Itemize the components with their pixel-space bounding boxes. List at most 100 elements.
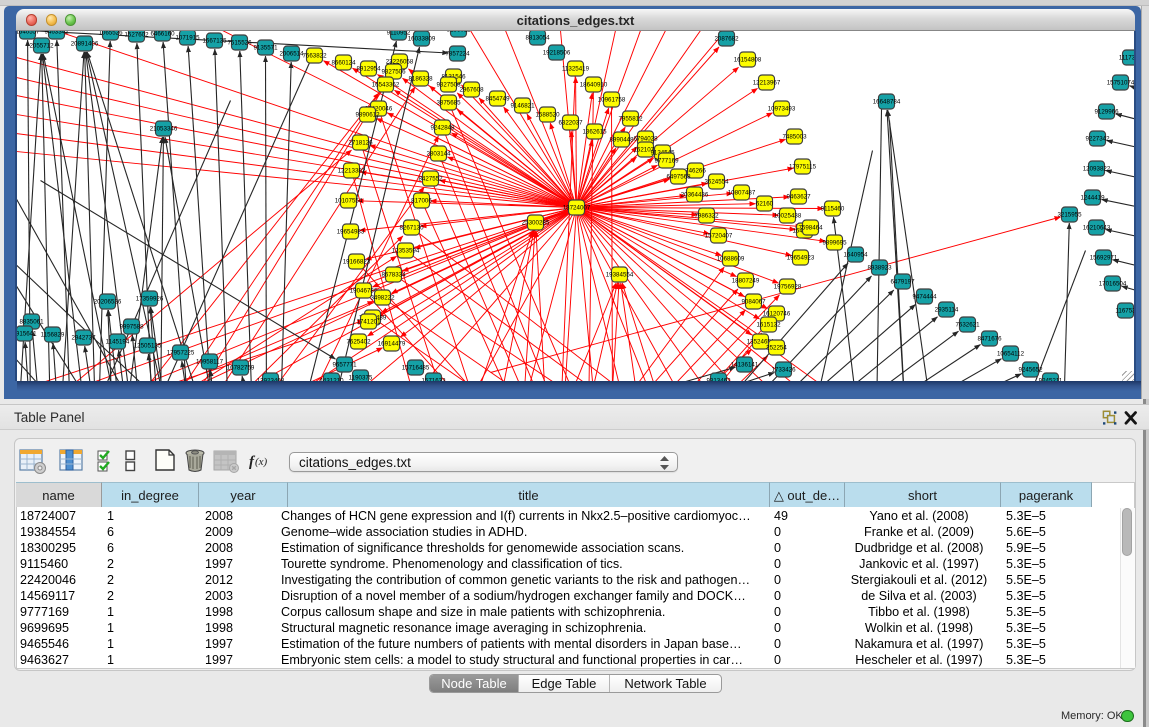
svg-text:7598464: 7598464 bbox=[798, 224, 823, 231]
svg-text:16154808: 16154808 bbox=[733, 56, 761, 63]
svg-text:9115460: 9115460 bbox=[820, 205, 844, 212]
svg-text:1065526: 1065526 bbox=[98, 31, 123, 37]
svg-text:9084067: 9084067 bbox=[741, 298, 766, 305]
svg-text:10807487: 10807487 bbox=[727, 189, 755, 196]
svg-text:19166823: 19166823 bbox=[342, 258, 370, 265]
svg-text:19654983: 19654983 bbox=[336, 228, 364, 235]
svg-text:9135571: 9135571 bbox=[253, 44, 278, 51]
svg-text:9327506: 9327506 bbox=[381, 68, 406, 75]
svg-text:18640910: 18640910 bbox=[579, 81, 607, 88]
svg-text:14136141: 14136141 bbox=[730, 361, 758, 368]
svg-text:10961758: 10961758 bbox=[597, 96, 625, 103]
svg-text:1615132: 1615132 bbox=[756, 321, 781, 328]
svg-text:7485003: 7485003 bbox=[782, 133, 807, 140]
svg-text:8990448: 8990448 bbox=[609, 136, 634, 143]
svg-text:10654112: 10654112 bbox=[996, 350, 1024, 357]
svg-text:7625402: 7625402 bbox=[346, 338, 371, 345]
svg-text:3875685: 3875685 bbox=[436, 99, 461, 106]
svg-text:1640954: 1640954 bbox=[843, 251, 868, 258]
svg-text:16210643: 16210643 bbox=[1082, 224, 1110, 231]
svg-text:9899695: 9899695 bbox=[822, 239, 847, 246]
svg-text:1117334: 1117334 bbox=[1118, 54, 1134, 61]
svg-text:12505135: 12505135 bbox=[133, 342, 161, 349]
svg-text:6466160: 6466160 bbox=[150, 31, 175, 38]
svg-text:17975115: 17975115 bbox=[788, 163, 816, 170]
svg-text:9474444: 9474444 bbox=[912, 293, 937, 300]
svg-text:9463627: 9463627 bbox=[786, 193, 811, 200]
svg-text:8135011: 8135011 bbox=[446, 31, 470, 34]
svg-text:16782759: 16782759 bbox=[226, 364, 254, 371]
svg-text:1145194: 1145194 bbox=[105, 338, 129, 345]
svg-text:15692971: 15692971 bbox=[1089, 254, 1117, 261]
svg-text:2942737: 2942737 bbox=[71, 334, 96, 341]
svg-text:2006514: 2006514 bbox=[279, 50, 304, 57]
svg-text:17359926: 17359926 bbox=[135, 295, 163, 302]
svg-text:1071915: 1071915 bbox=[175, 34, 200, 41]
svg-text:10025438: 10025438 bbox=[773, 212, 801, 219]
svg-text:15751074: 15751074 bbox=[1106, 79, 1134, 86]
svg-text:10958117: 10958117 bbox=[195, 358, 223, 365]
svg-text:19756928: 19756928 bbox=[773, 283, 801, 290]
svg-text:2935114: 2935114 bbox=[934, 306, 958, 313]
svg-text:3498222: 3498222 bbox=[370, 294, 395, 301]
svg-text:9463342: 9463342 bbox=[44, 31, 69, 36]
svg-text:8186328: 8186328 bbox=[408, 75, 433, 82]
svg-text:1640557: 1640557 bbox=[17, 31, 40, 36]
svg-text:19218506: 19218506 bbox=[542, 49, 570, 56]
svg-text:16914479: 16914479 bbox=[377, 340, 405, 347]
svg-text:19384554: 19384554 bbox=[605, 271, 633, 278]
svg-text:6479197: 6479197 bbox=[890, 278, 915, 285]
svg-text:7986322: 7986322 bbox=[694, 212, 719, 219]
svg-text:9146821: 9146821 bbox=[510, 102, 535, 109]
svg-text:17016504: 17016504 bbox=[1098, 280, 1126, 287]
svg-text:8660124: 8660124 bbox=[331, 59, 356, 66]
svg-text:7663822: 7663822 bbox=[302, 52, 327, 59]
svg-text:(x): (x) bbox=[255, 456, 268, 468]
svg-text:17957225: 17957225 bbox=[166, 349, 194, 356]
svg-text:12093822: 12093822 bbox=[1082, 165, 1110, 172]
svg-text:3215955: 3215955 bbox=[1057, 211, 1082, 218]
svg-text:3915641: 3915641 bbox=[17, 330, 37, 337]
svg-text:25300285: 25300285 bbox=[521, 219, 549, 226]
svg-text:10973493: 10973493 bbox=[767, 105, 795, 112]
svg-text:817006: 817006 bbox=[411, 197, 432, 204]
svg-text:20364436: 20364436 bbox=[680, 191, 708, 198]
svg-text:8912954: 8912954 bbox=[356, 65, 381, 72]
svg-text:62160: 62160 bbox=[755, 200, 773, 207]
svg-text:1527602: 1527602 bbox=[124, 31, 149, 38]
svg-text:12213382: 12213382 bbox=[337, 167, 365, 174]
svg-text:20206536: 20206536 bbox=[93, 298, 121, 305]
svg-text:18807249: 18807249 bbox=[731, 277, 759, 284]
svg-text:8938923: 8938923 bbox=[867, 264, 892, 271]
svg-text:2718126: 2718126 bbox=[348, 139, 373, 146]
svg-text:8835061: 8835061 bbox=[19, 318, 44, 325]
svg-text:2087682: 2087682 bbox=[714, 35, 739, 42]
svg-text:18724007: 18724007 bbox=[562, 204, 590, 211]
svg-text:9657771: 9657771 bbox=[332, 361, 357, 368]
svg-text:8427552: 8427552 bbox=[418, 175, 443, 182]
svg-text:9890612: 9890612 bbox=[355, 111, 380, 118]
svg-text:15720407: 15720407 bbox=[704, 232, 732, 239]
svg-text:1588520: 1588520 bbox=[535, 111, 560, 118]
svg-text:8454749: 8454749 bbox=[485, 95, 510, 102]
svg-text:9242848: 9242848 bbox=[430, 124, 455, 131]
svg-text:9997588: 9997588 bbox=[119, 323, 144, 330]
svg-text:1244419: 1244419 bbox=[1080, 194, 1105, 201]
svg-text:16648784: 16648784 bbox=[872, 98, 900, 105]
svg-text:116753: 116753 bbox=[1115, 307, 1135, 314]
svg-text:9245652: 9245652 bbox=[1018, 366, 1043, 373]
svg-text:9129966: 9129966 bbox=[1094, 108, 1119, 115]
svg-text:8813054: 8813054 bbox=[525, 34, 550, 41]
svg-text:16033809: 16033809 bbox=[407, 35, 435, 42]
svg-text:15716485: 15716485 bbox=[401, 364, 429, 371]
svg-text:9777169: 9777169 bbox=[654, 157, 679, 164]
svg-text:10688609: 10688609 bbox=[716, 255, 744, 262]
svg-text:7857224: 7857224 bbox=[445, 50, 470, 57]
svg-text:1362615: 1362615 bbox=[582, 128, 607, 135]
svg-text:1733426: 1733426 bbox=[771, 366, 796, 373]
svg-text:9227342: 9227342 bbox=[1085, 135, 1110, 142]
svg-text:7632621: 7632621 bbox=[955, 321, 980, 328]
svg-text:7515526: 7515526 bbox=[227, 39, 252, 46]
svg-text:1741201: 1741201 bbox=[356, 318, 381, 325]
svg-text:252254: 252254 bbox=[766, 344, 787, 351]
